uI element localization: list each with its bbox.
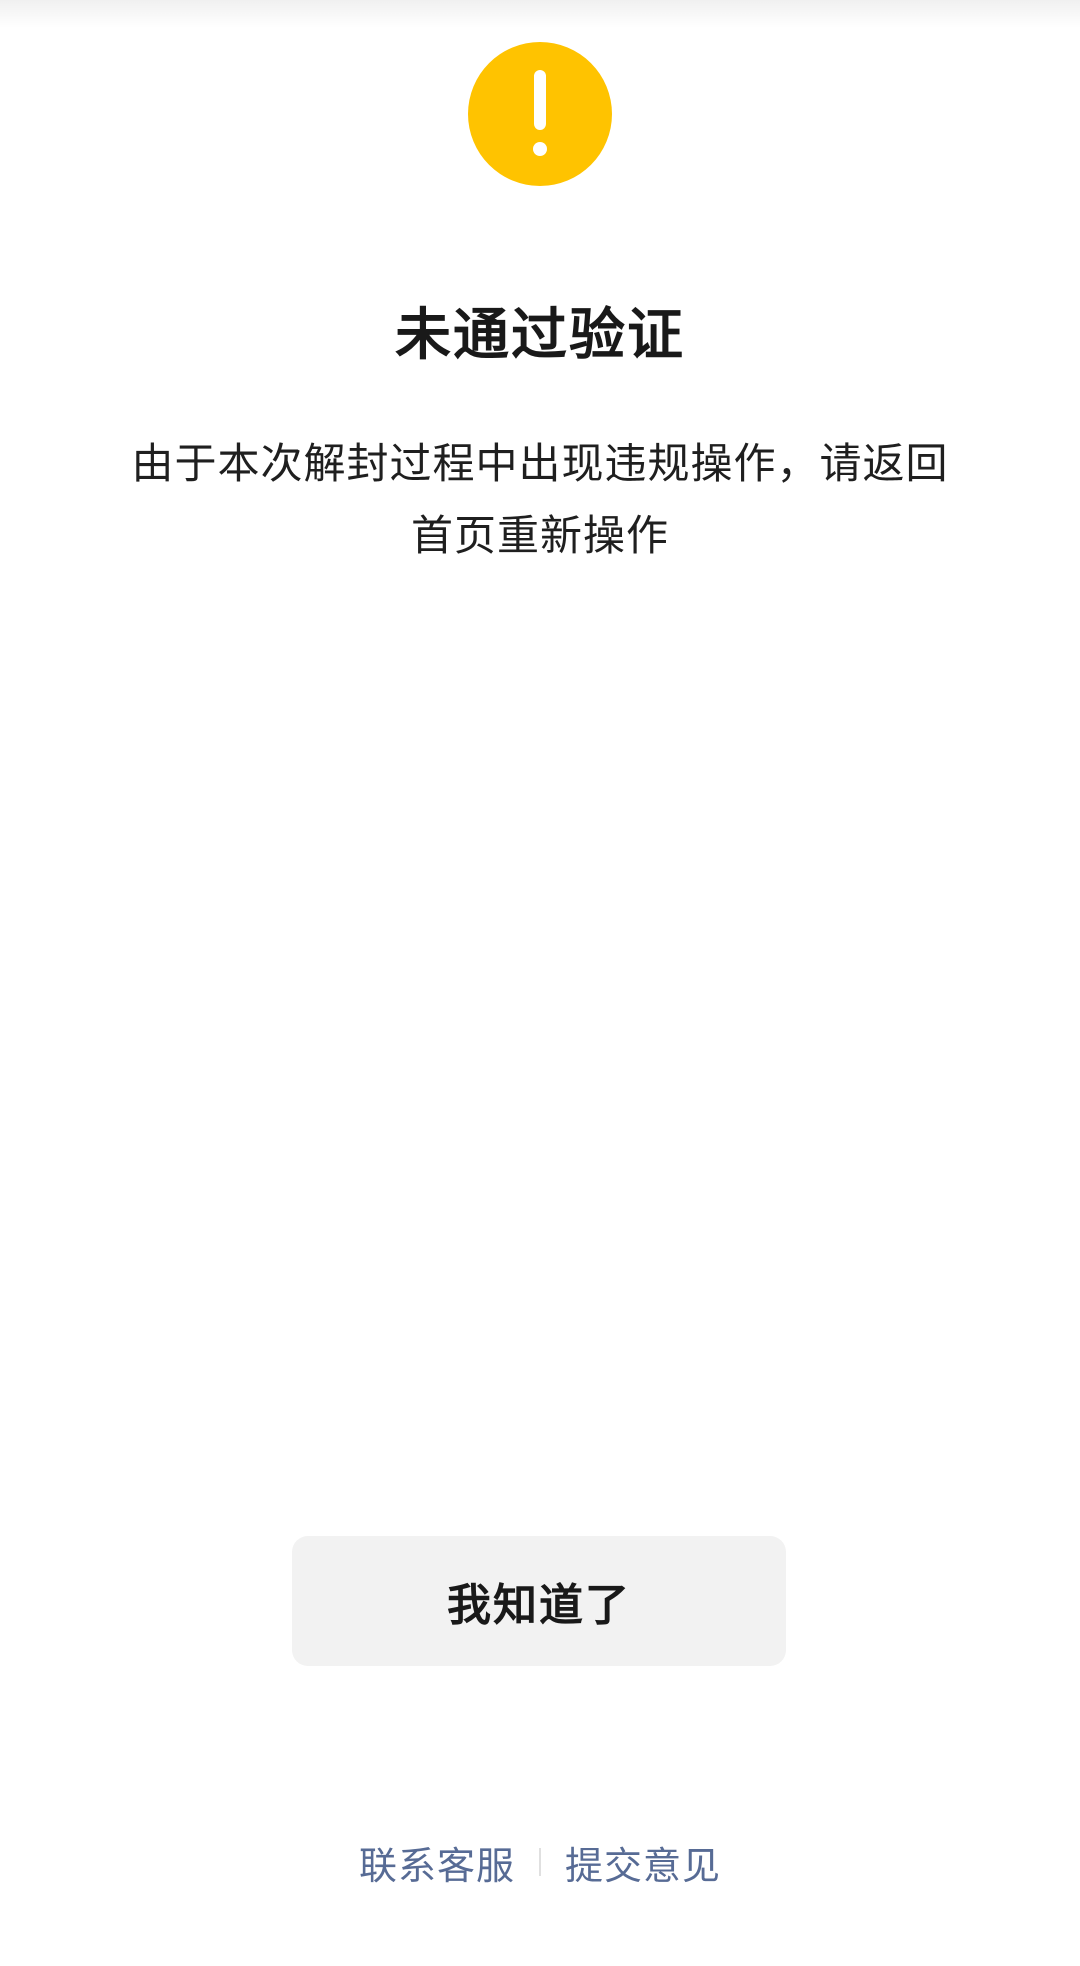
submit-feedback-link[interactable]: 提交意见 (565, 1835, 721, 1890)
confirm-button-label: 我知道了 (447, 1580, 631, 1631)
exclamation-bar (534, 70, 546, 130)
description-text: 由于本次解封过程中出现违规操作，请返回 首页重新操作 (100, 428, 980, 572)
footer-links: 联系客服 提交意见 (0, 1832, 1080, 1892)
confirm-button[interactable]: 我知道了 (292, 1536, 786, 1666)
description-line-1: 由于本次解封过程中出现违规操作，请返回 (131, 439, 949, 488)
footer-divider (539, 1848, 541, 1876)
page-title: 未通过验证 (395, 303, 685, 368)
contact-support-link[interactable]: 联系客服 (359, 1835, 515, 1890)
top-edge-shadow (0, 0, 1080, 28)
warning-exclamation-icon (468, 42, 612, 186)
exclamation-dot (533, 142, 547, 156)
description-line-2: 首页重新操作 (410, 511, 669, 560)
